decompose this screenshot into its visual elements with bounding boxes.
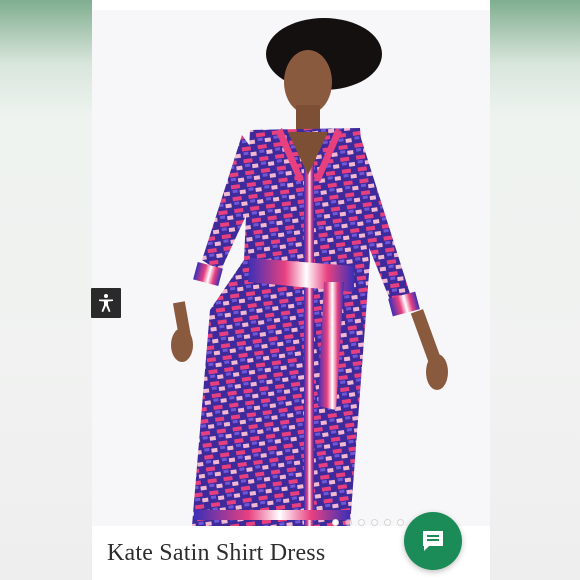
chat-button[interactable]	[404, 512, 462, 570]
accessibility-icon	[99, 294, 113, 312]
carousel-dot[interactable]	[371, 519, 378, 526]
product-card	[92, 0, 490, 580]
model-illustration	[171, 18, 448, 526]
carousel-indicator	[332, 519, 404, 526]
product-title: Kate Satin Shirt Dress	[107, 540, 326, 566]
chat-bubble-icon	[423, 531, 443, 551]
carousel-dot[interactable]	[358, 519, 365, 526]
accessibility-button[interactable]	[91, 288, 121, 318]
carousel-dot[interactable]	[345, 519, 352, 526]
carousel-dot[interactable]	[384, 519, 391, 526]
product-photo[interactable]	[92, 10, 490, 526]
carousel-dot[interactable]	[332, 519, 339, 526]
carousel-dot[interactable]	[397, 519, 404, 526]
